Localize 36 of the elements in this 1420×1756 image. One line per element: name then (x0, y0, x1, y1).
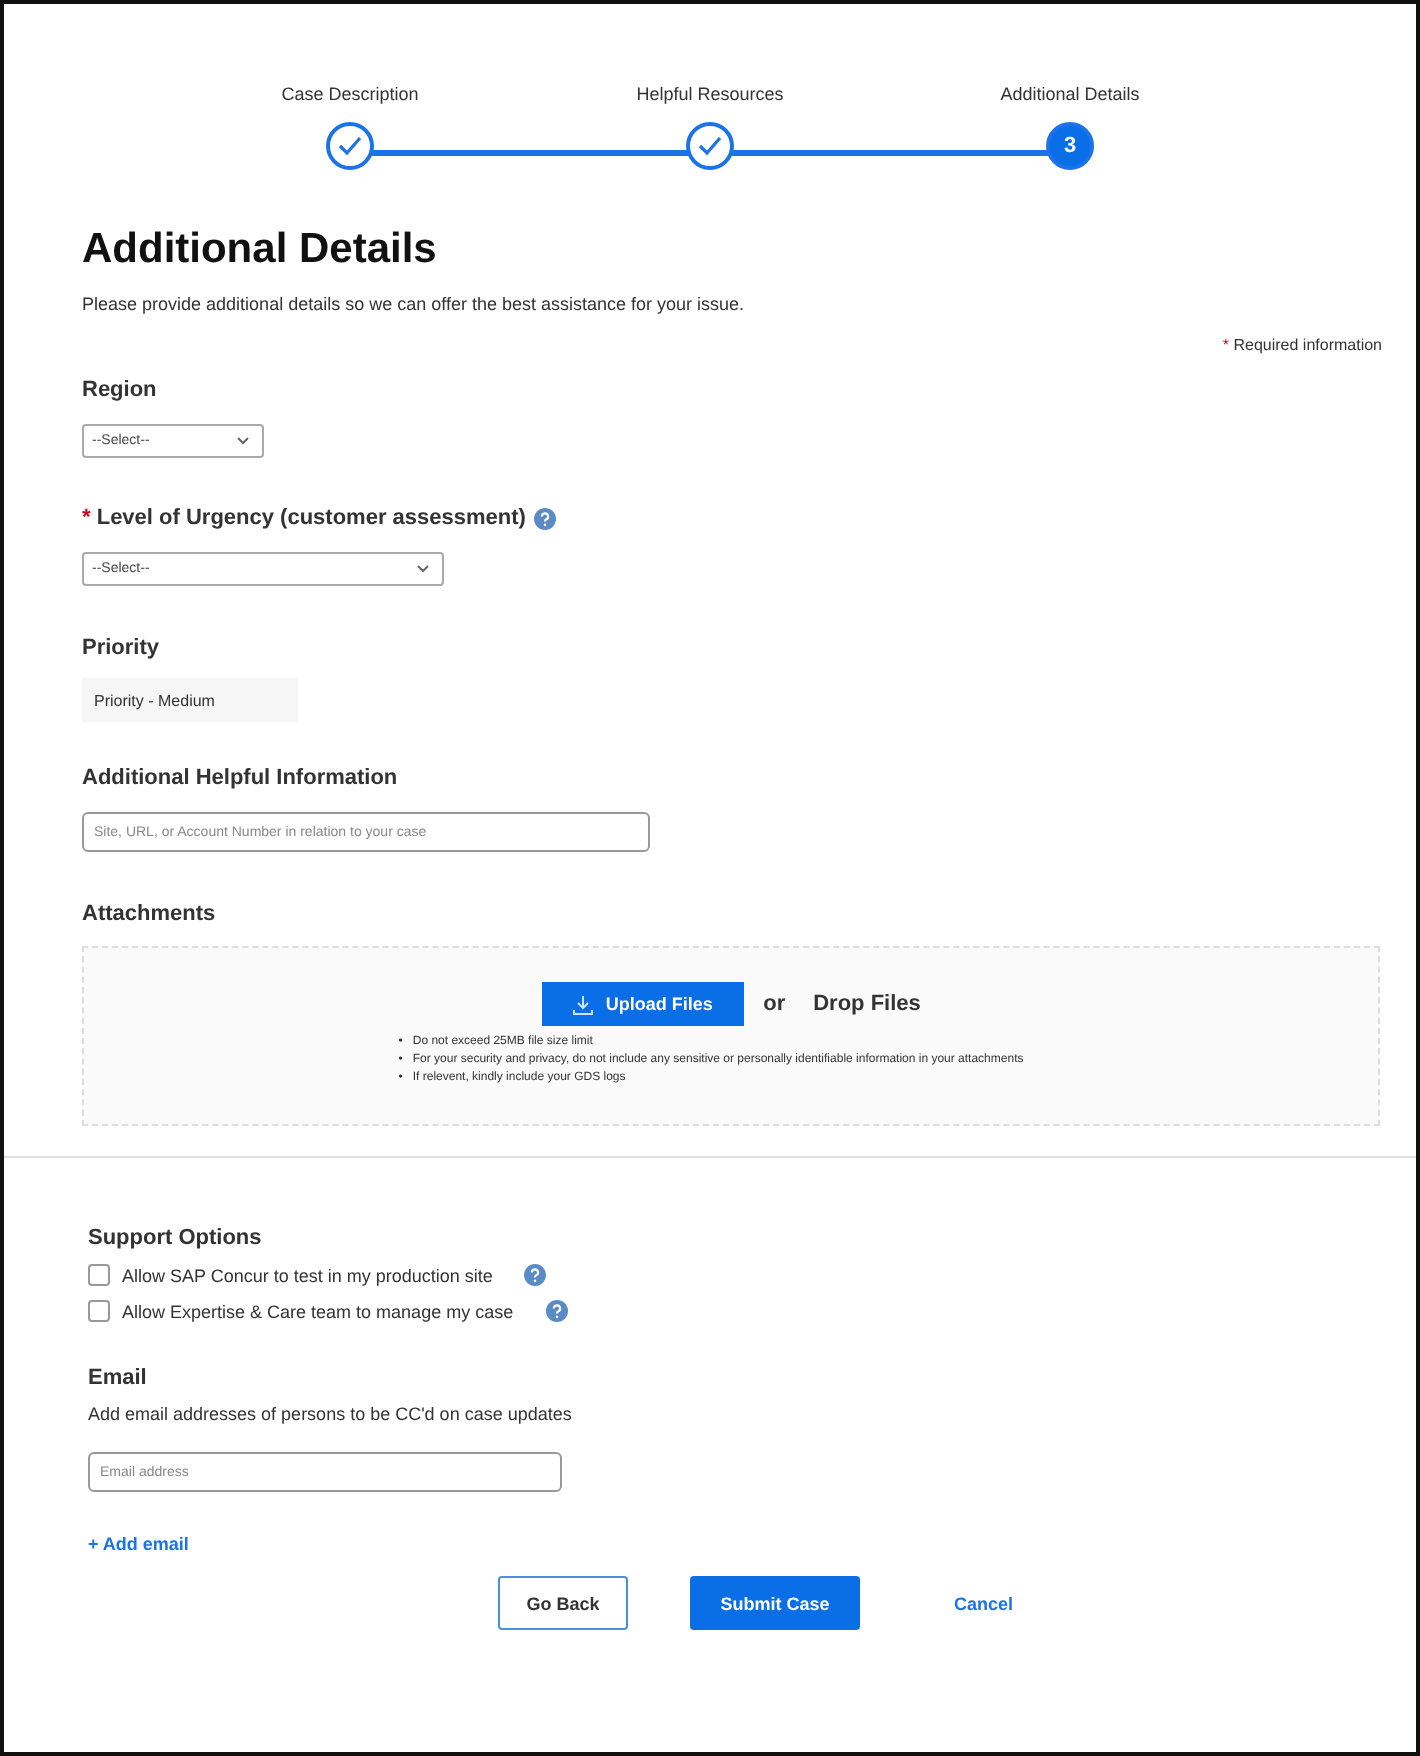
page-title: Additional Details (82, 226, 439, 274)
page-description: Please provide additional details so we can offer the best assistance for your issue. (82, 294, 747, 314)
field-label: * Level of Urgency (customer assessment) (82, 506, 526, 530)
check-icon (698, 136, 722, 156)
checkbox-label: Allow SAP Concur to test in my production site (122, 1265, 493, 1285)
submit-button[interactable]: Submit Case (690, 1576, 860, 1630)
drop-zone[interactable] (82, 946, 1380, 1126)
go-back-button[interactable]: Go Back (498, 1576, 628, 1630)
checkbox[interactable] (88, 1264, 110, 1286)
field-label: Additional Helpful Information (82, 766, 398, 790)
email-hint: Add email addresses of persons to be CC'd on case updates (88, 1404, 574, 1424)
step-label: Case Description (281, 84, 419, 104)
checkbox-label: Allow Expertise & Care team to manage my case (122, 1301, 514, 1321)
chevron-down-icon (236, 436, 250, 446)
help-icon[interactable] (533, 507, 556, 529)
field-label: Priority (82, 636, 160, 660)
chevron-down-icon (416, 564, 430, 574)
priority-value: Priority - Medium (82, 678, 298, 722)
step-label: Additional Details (1000, 84, 1140, 104)
help-icon[interactable] (545, 1300, 568, 1322)
section-title: Email (88, 1366, 147, 1390)
download-icon (571, 993, 594, 1015)
section-title: Support Options (88, 1226, 262, 1250)
or-text: or (763, 992, 786, 1016)
upload-button[interactable]: Upload Files (541, 982, 744, 1026)
cancel-link[interactable]: Cancel (942, 1591, 1026, 1615)
check-icon (338, 136, 362, 156)
add-email-link[interactable]: + Add email (76, 1532, 201, 1556)
checkbox[interactable] (88, 1300, 110, 1322)
step-label: Helpful Resources (636, 84, 784, 104)
step-current-marker: 3 (1046, 122, 1094, 170)
field-label: Region (82, 378, 157, 402)
field-label: Attachments (82, 902, 216, 926)
help-icon[interactable] (524, 1264, 547, 1286)
drop-files-text: Drop Files (813, 992, 921, 1016)
required-note: * Required information (1220, 336, 1382, 354)
